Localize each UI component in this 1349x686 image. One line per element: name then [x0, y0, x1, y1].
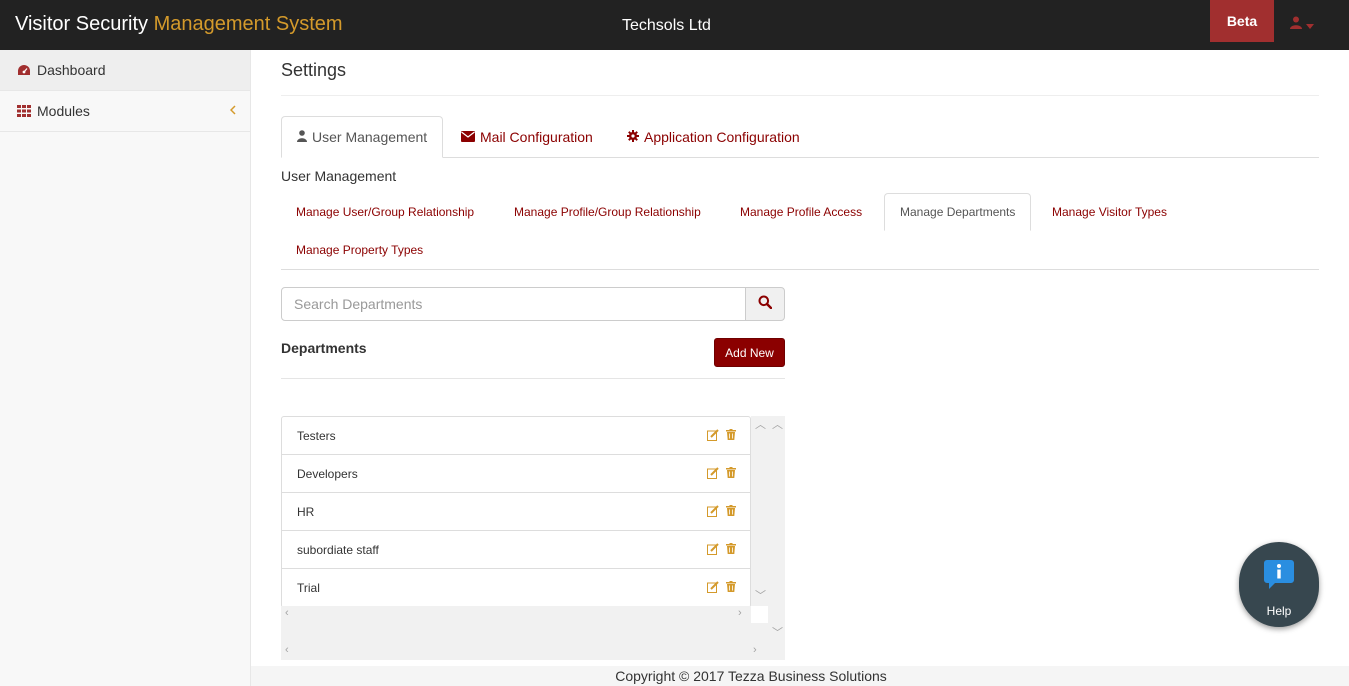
brand-accent-text: Management System	[153, 13, 343, 35]
envelope-icon	[461, 129, 475, 145]
divider	[281, 378, 785, 379]
divider	[281, 95, 1319, 96]
trash-icon[interactable]	[726, 581, 736, 596]
chevron-left-icon	[229, 103, 236, 118]
scroll-right-icon[interactable]: ›	[753, 645, 757, 656]
settings-tabs: User Management Mail Configuration Appli…	[281, 116, 1319, 158]
outer-vertical-scrollbar[interactable]: ︿ ﹀	[768, 416, 785, 643]
info-icon	[1263, 558, 1295, 595]
subtab-manage-property-types[interactable]: Manage Property Types	[281, 231, 438, 269]
edit-icon[interactable]	[707, 429, 719, 444]
add-new-button[interactable]: Add New	[714, 338, 785, 367]
subtab-manage-departments[interactable]: Manage Departments	[884, 193, 1032, 231]
trash-icon[interactable]	[726, 467, 736, 482]
trash-icon[interactable]	[726, 505, 736, 520]
department-name: Trial	[297, 581, 320, 595]
subtab-manage-profile-group[interactable]: Manage Profile/Group Relationship	[499, 193, 716, 231]
departments-heading: Departments	[281, 340, 367, 356]
scroll-left-icon[interactable]: ‹	[285, 645, 289, 656]
tab-mail-configuration[interactable]: Mail Configuration	[446, 116, 608, 158]
user-menu-toggle[interactable]	[1290, 16, 1314, 34]
trash-icon[interactable]	[726, 543, 736, 558]
search-button[interactable]	[745, 287, 785, 321]
list-item: Testers	[282, 417, 750, 455]
beta-badge: Beta	[1210, 0, 1274, 42]
inner-vertical-scrollbar[interactable]: ︿ ﹀	[751, 416, 768, 606]
search-icon	[758, 295, 773, 314]
subtab-manage-user-group[interactable]: Manage User/Group Relationship	[281, 193, 489, 231]
sidebar-item-modules[interactable]: Modules	[0, 91, 250, 132]
scroll-up-icon[interactable]: ︿	[772, 420, 783, 431]
department-name: subordiate staff	[297, 542, 379, 557]
list-item: HR	[282, 493, 750, 531]
subtab-manage-visitor-types[interactable]: Manage Visitor Types	[1037, 193, 1182, 231]
tab-label: Application Configuration	[644, 129, 800, 145]
dashboard-icon	[17, 64, 31, 76]
search-group	[281, 287, 785, 321]
tab-user-management[interactable]: User Management	[281, 116, 444, 158]
scroll-up-icon[interactable]: ︿	[755, 420, 766, 431]
user-icon	[1290, 16, 1302, 34]
edit-icon[interactable]	[707, 467, 719, 482]
tab-label: User Management	[312, 129, 428, 145]
department-name: Testers	[297, 428, 336, 443]
main-content: Settings User Management Mail Configurat…	[251, 50, 1349, 666]
gear-icon	[627, 129, 639, 145]
edit-icon[interactable]	[707, 581, 719, 596]
list-item: subordiate staff	[282, 531, 750, 569]
list-item: Developers	[282, 455, 750, 493]
tab-label: Mail Configuration	[480, 129, 593, 145]
scroll-right-icon[interactable]: ›	[738, 608, 742, 619]
help-button[interactable]: Help	[1239, 542, 1319, 627]
edit-icon[interactable]	[707, 543, 719, 558]
tab-application-configuration[interactable]: Application Configuration	[612, 116, 815, 158]
section-label: User Management	[281, 168, 397, 184]
user-icon	[297, 129, 307, 145]
brand-main-text: Visitor Security	[15, 13, 149, 35]
departments-scroll-inner: Testers Developers HR subordiate staff T…	[281, 416, 768, 623]
edit-icon[interactable]	[707, 505, 719, 520]
departments-scroll-container: Testers Developers HR subordiate staff T…	[281, 416, 785, 660]
scroll-down-icon[interactable]: ﹀	[772, 628, 783, 639]
outer-horizontal-scrollbar[interactable]: ‹ ›	[281, 643, 768, 660]
grid-icon	[17, 105, 31, 117]
list-item: Trial	[282, 569, 750, 607]
department-name: Developers	[297, 466, 358, 481]
caret-down-icon	[1306, 16, 1314, 34]
app-brand[interactable]: Visitor Security Management System	[15, 13, 343, 36]
subtab-manage-profile-access[interactable]: Manage Profile Access	[725, 193, 877, 231]
user-management-subtabs: Manage User/Group Relationship Manage Pr…	[281, 193, 1319, 270]
departments-list: Testers Developers HR subordiate staff T…	[281, 416, 751, 608]
top-navbar: Visitor Security Management System Techs…	[0, 0, 1349, 50]
sidebar-item-label: Dashboard	[37, 62, 106, 78]
scroll-down-icon[interactable]: ﹀	[755, 591, 766, 602]
company-name: Techsols Ltd	[622, 17, 711, 34]
help-label: Help	[1266, 604, 1292, 618]
trash-icon[interactable]	[726, 429, 736, 444]
sidebar: Dashboard Modules	[0, 50, 251, 686]
scroll-left-icon[interactable]: ‹	[285, 608, 289, 619]
department-name: HR	[297, 504, 315, 519]
page-title: Settings	[281, 60, 347, 80]
inner-horizontal-scrollbar[interactable]: ‹ ›	[281, 606, 751, 623]
footer-copyright: Copyright © 2017 Tezza Business Solution…	[251, 666, 1349, 686]
sidebar-item-dashboard[interactable]: Dashboard	[0, 50, 250, 91]
sidebar-item-label: Modules	[37, 103, 90, 119]
search-input[interactable]	[281, 287, 746, 321]
